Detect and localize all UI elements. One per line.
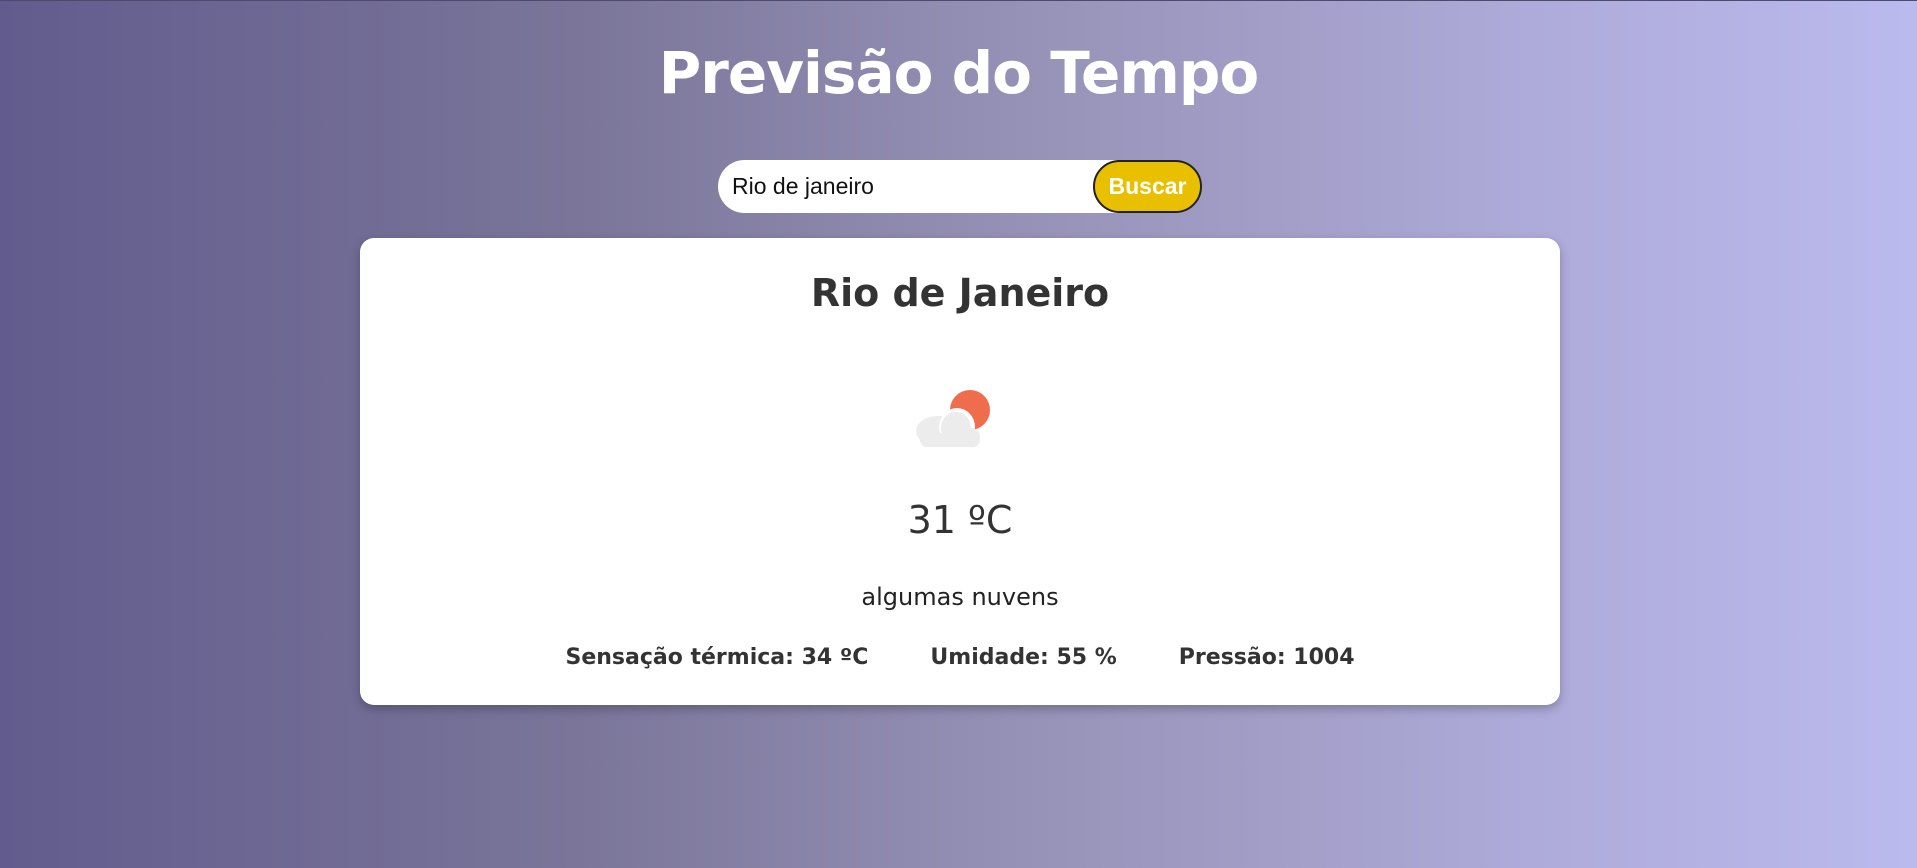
search-button[interactable]: Buscar (1093, 160, 1202, 213)
search-bar: Buscar (718, 160, 1202, 213)
weather-details: Sensação térmica: 34 ºC Umidade: 55 % Pr… (360, 641, 1560, 675)
weather-description: algumas nuvens (861, 583, 1059, 611)
city-name: Rio de Janeiro (810, 271, 1110, 315)
search-input[interactable] (718, 160, 1118, 213)
partly-cloudy-icon (915, 383, 1005, 453)
top-border (0, 0, 1917, 1)
temperature: 31 ºC (907, 498, 1013, 542)
page-title: Previsão do Tempo (658, 39, 1259, 107)
humidity: Umidade: 55 % (930, 645, 1117, 670)
weather-card: Rio de Janeiro 31 ºC algumas nuvens Sens… (360, 238, 1560, 705)
pressure: Pressão: 1004 (1178, 645, 1355, 670)
feels-like: Sensação térmica: 34 ºC (565, 645, 869, 670)
